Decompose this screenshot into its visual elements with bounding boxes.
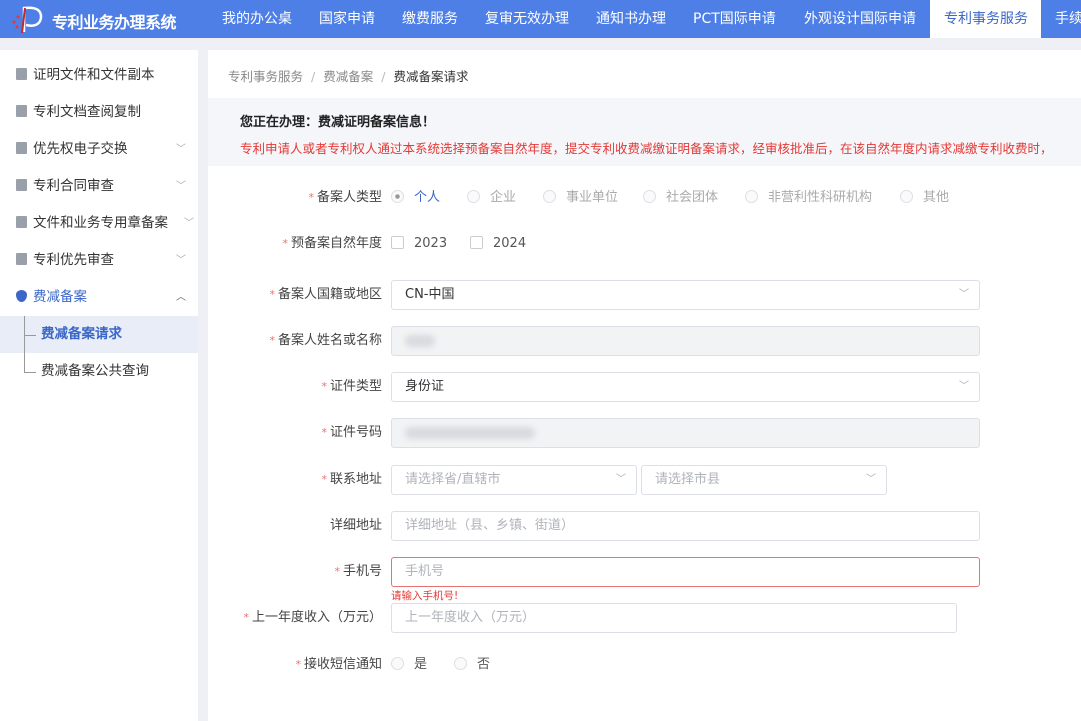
region-row: * 备案人国籍或地区 CN-中国 ﹀ — [208, 280, 1081, 310]
sidebar-item-document-copy[interactable]: 专利文档查阅复制 — [0, 94, 198, 131]
phone-error-message: 请输入手机号! — [391, 590, 459, 602]
redacted-value — [405, 335, 435, 347]
sidebar-item-label: 专利合同审查 — [33, 178, 114, 194]
shield-icon — [16, 290, 27, 302]
name-field[interactable] — [391, 326, 980, 356]
sidebar-item-label: 证明文件和文件副本 — [33, 67, 155, 83]
chevron-down-icon: ﹀ — [959, 381, 969, 392]
year-label: * 预备案自然年度 — [282, 236, 382, 251]
tree-line — [24, 316, 25, 372]
sidebar-item-label: 专利优先审查 — [33, 252, 114, 268]
contract-icon — [16, 179, 27, 191]
radio-individual[interactable]: 个人 — [391, 183, 440, 213]
breadcrumb: 专利事务服务 / 费减备案 / 费减备案请求 — [228, 69, 469, 84]
sidebar-item-contract-review[interactable]: 专利合同审查 ﹀ — [0, 168, 198, 205]
nav-national-application[interactable]: 国家申请 — [305, 0, 389, 38]
radio-sms-yes[interactable]: 是 — [391, 650, 427, 680]
tree-line — [24, 372, 36, 373]
system-title: 专利业务办理系统 — [52, 13, 177, 32]
radio-sms-no[interactable]: 否 — [454, 650, 490, 680]
radio-other[interactable]: 其他 — [900, 183, 949, 213]
income-label: * 上一年度收入（万元） — [243, 610, 382, 625]
detail-address-label: 详细地址 — [329, 518, 382, 533]
filer-type-row: * 备案人类型 个人 企业 事业单位 社会团体 非营利性科研机构 其他 — [208, 183, 1081, 213]
name-label: * 备案人姓名或名称 — [269, 333, 382, 348]
nav-design-international[interactable]: 外观设计国际申请 — [790, 0, 930, 38]
year-row: * 预备案自然年度 2023 2024 — [208, 229, 1081, 259]
id-number-row: * 证件号码 — [208, 418, 1081, 448]
nav-review-invalidation[interactable]: 复审无效办理 — [471, 0, 583, 38]
phone-input[interactable]: 手机号 — [391, 557, 980, 587]
radio-enterprise[interactable]: 企业 — [467, 183, 516, 213]
sidebar-item-label: 优先权电子交换 — [33, 141, 128, 157]
nav-my-desk[interactable]: 我的办公桌 — [208, 0, 306, 38]
sidebar-item-label: 文件和业务专用章备案 — [33, 215, 168, 231]
breadcrumb-item[interactable]: 专利事务服务 — [228, 69, 303, 84]
sidebar: 证明文件和文件副本 专利文档查阅复制 优先权电子交换 ﹀ 专利合同审查 ﹀ 文件和业… — [0, 50, 198, 721]
chevron-down-icon: ﹀ — [176, 144, 186, 155]
chevron-up-icon: ︿ — [176, 292, 186, 303]
radio-institution[interactable]: 事业单位 — [543, 183, 618, 213]
notice-title: 您正在办理：费减证明备案信息！ — [240, 115, 436, 130]
chevron-down-icon: ﹀ — [176, 255, 186, 266]
sidebar-item-label: 费减备案 — [33, 289, 87, 305]
id-number-field[interactable] — [391, 418, 980, 448]
breadcrumb-current: 费减备案请求 — [393, 69, 469, 84]
chevron-down-icon: ﹀ — [176, 181, 186, 192]
sidebar-item-priority-review[interactable]: 专利优先审查 ﹀ — [0, 242, 198, 279]
address-label: * 联系地址 — [321, 472, 382, 487]
notice-text: 专利申请人或者专利权人通过本系统选择预备案自然年度，提交专利收费减缴证明备案请求… — [240, 141, 1053, 156]
priority-icon — [16, 253, 27, 265]
chevron-down-icon: ﹀ — [866, 474, 876, 485]
filer-type-label: * 备案人类型 — [308, 190, 382, 205]
region-label: * 备案人国籍或地区 — [269, 287, 382, 302]
file-icon — [16, 105, 27, 117]
document-icon — [16, 68, 27, 80]
id-type-label: * 证件类型 — [321, 379, 382, 394]
sidebar-item-priority-exchange[interactable]: 优先权电子交换 ﹀ — [0, 131, 198, 168]
sms-label: * 接收短信通知 — [295, 657, 382, 672]
city-select[interactable]: 请选择市县 ﹀ — [641, 465, 887, 495]
region-select[interactable]: CN-中国 ﹀ — [391, 280, 980, 310]
nav-fee-service[interactable]: 缴费服务 — [388, 0, 472, 38]
name-row: * 备案人姓名或名称 — [208, 326, 1081, 356]
chevron-down-icon: ﹀ — [184, 218, 194, 229]
checkbox-2023[interactable]: 2023 — [391, 229, 447, 259]
province-select[interactable]: 请选择省/直辖市 ﹀ — [391, 465, 637, 495]
redacted-value — [405, 427, 535, 439]
tree-line — [24, 335, 36, 336]
sidebar-item-certificates[interactable]: 证明文件和文件副本 — [0, 57, 198, 94]
sidebar-item-fee-reduction[interactable]: 费减备案 ︿ — [0, 279, 198, 316]
id-type-row: * 证件类型 身份证 ﹀ — [208, 372, 1081, 402]
notice-box: 您正在办理：费减证明备案信息！ 专利申请人或者专利权人通过本系统选择预备案自然年… — [208, 98, 1081, 166]
logo-icon — [12, 6, 43, 34]
radio-social-group[interactable]: 社会团体 — [643, 183, 718, 213]
nav-patent-affairs[interactable]: 专利事务服务 — [930, 0, 1041, 38]
seal-icon — [16, 216, 27, 228]
sms-row: * 接收短信通知 是 否 — [208, 650, 1081, 680]
income-row: * 上一年度收入（万元） 上一年度收入（万元） — [208, 603, 1081, 633]
phone-label: * 手机号 — [334, 564, 382, 579]
chevron-down-icon: ﹀ — [616, 474, 626, 485]
nav-notice-handling[interactable]: 通知书办理 — [582, 0, 680, 38]
exchange-icon — [16, 142, 27, 154]
income-input[interactable]: 上一年度收入（万元） — [391, 603, 957, 633]
id-type-select[interactable]: 身份证 ﹀ — [391, 372, 980, 402]
top-header: 专利业务办理系统 我的办公桌 国家申请 缴费服务 复审无效办理 通知书办理 PC… — [0, 0, 1081, 38]
address-row: * 联系地址 请选择省/直辖市 ﹀ 请选择市县 ﹀ — [208, 465, 1081, 495]
breadcrumb-item[interactable]: 费减备案 — [323, 69, 373, 84]
nav-procedures[interactable]: 手续 — [1041, 0, 1081, 38]
sidebar-item-label: 专利文档查阅复制 — [33, 104, 141, 120]
phone-row: * 手机号 手机号 — [208, 557, 1081, 587]
detail-address-row: 详细地址 详细地址（县、乡镇、街道） — [208, 511, 1081, 541]
nav-pct[interactable]: PCT国际申请 — [679, 0, 790, 38]
chevron-down-icon: ﹀ — [959, 289, 969, 300]
checkbox-2024[interactable]: 2024 — [470, 229, 526, 259]
sidebar-item-seal-filing[interactable]: 文件和业务专用章备案 ﹀ — [0, 205, 198, 242]
id-number-label: * 证件号码 — [321, 425, 382, 440]
main-panel: 专利事务服务 / 费减备案 / 费减备案请求 您正在办理：费减证明备案信息！ 专利申请人… — [208, 50, 1081, 721]
detail-address-input[interactable]: 详细地址（县、乡镇、街道） — [391, 511, 980, 541]
radio-nonprofit-research[interactable]: 非营利性科研机构 — [745, 183, 872, 213]
